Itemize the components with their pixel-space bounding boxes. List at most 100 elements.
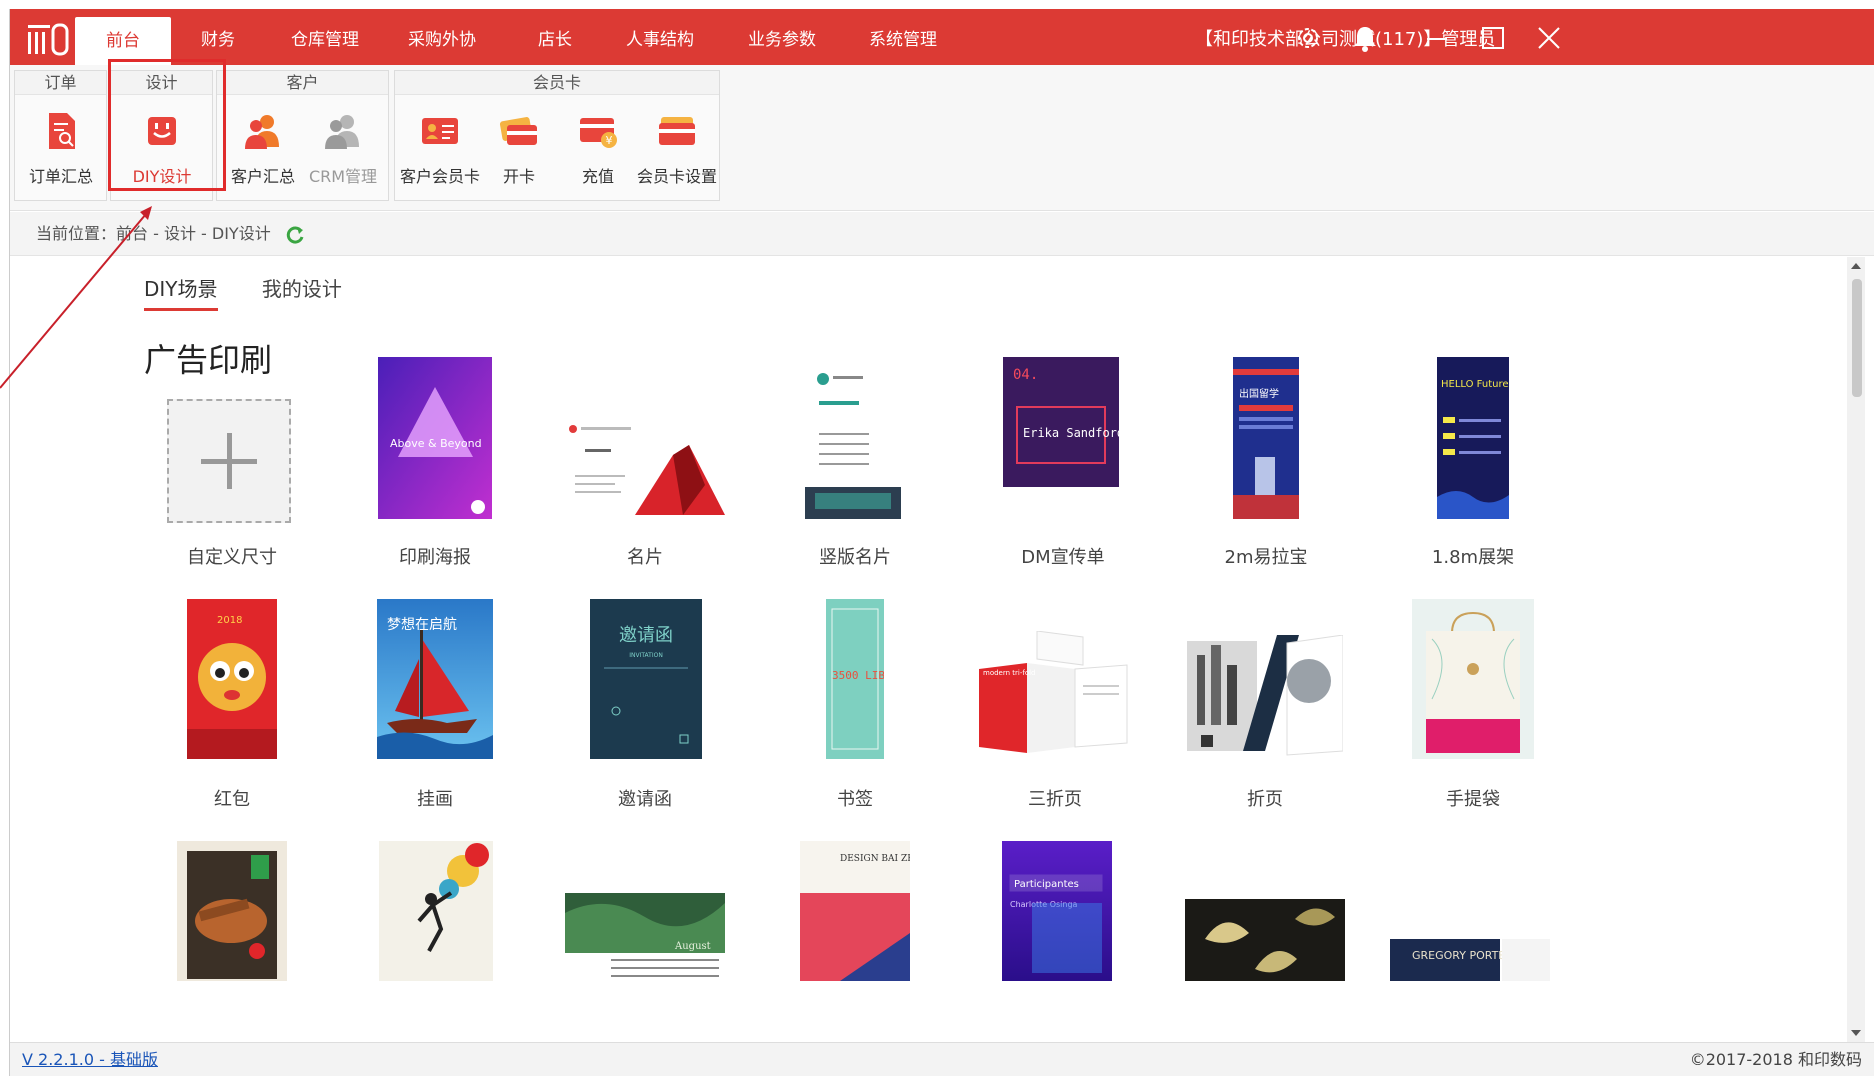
refresh-icon[interactable] (284, 224, 306, 246)
conference-title: Participantes (1014, 879, 1079, 890)
folder-thumbnail (1187, 635, 1343, 756)
red-packet-year: 2018 (217, 615, 242, 626)
template-label: 1.8m展架 (1431, 547, 1515, 568)
nav-tab-frontdesk[interactable]: 前台 (75, 17, 171, 65)
ribbon-group-title: 客户 (217, 71, 388, 95)
bookmark-thumbnail: 3500 LIBROS (826, 599, 884, 759)
content-tabs: DIY场景 我的设计 (144, 273, 380, 311)
breadcrumb: 当前位置：前台 - 设计 - DIY设计 (10, 212, 1874, 256)
template-card-vertical-card[interactable]: 竖版名片 (780, 357, 930, 577)
poster-text: Above & Beyond (390, 437, 482, 450)
template-card-illustration[interactable] (360, 841, 510, 981)
template-label: 印刷海报 (399, 547, 471, 568)
maximize-icon[interactable] (1478, 23, 1508, 53)
template-card-rollup-banner[interactable]: 出国留学 2m易拉宝 (1191, 357, 1341, 577)
template-label: 竖版名片 (819, 547, 891, 568)
handbag-thumbnail (1412, 599, 1534, 759)
tab-diy-scenes[interactable]: DIY场景 (144, 273, 218, 311)
annotation-highlight-box (108, 59, 226, 191)
nav-tab-procurement[interactable]: 采购外协 (392, 9, 492, 65)
template-card-display-stand[interactable]: HELLO Future来了 1.8m展架 (1398, 357, 1548, 577)
template-card-business-card[interactable]: 名片 (565, 357, 725, 577)
nav-tab-finance[interactable]: 财务 (178, 9, 258, 65)
bookmark-text: 3500 LIBROS (832, 669, 884, 682)
template-card-ticket[interactable]: GREGORY PORTER (1385, 841, 1555, 981)
trifold-text: modern tri-fold (983, 669, 1036, 677)
template-card-menu[interactable] (157, 841, 307, 981)
plant-card-thumbnail (1185, 899, 1345, 981)
template-label: 邀请函 (618, 789, 672, 810)
ribbon-group-membercard: 会员卡 客户会员卡 开卡 ¥ 充值 会员卡设置 (394, 70, 720, 201)
order-summary-icon (49, 113, 75, 149)
scroll-down-arrow-icon[interactable] (1851, 1030, 1861, 1036)
copyright-text: ©2017-2018 和印数码 (1689, 1050, 1862, 1069)
invitation-title: 邀请函 (619, 625, 673, 646)
hanging-painting-thumbnail: 梦想在启航 (377, 599, 493, 759)
template-card-bookmark[interactable]: 3500 LIBROS 书签 (780, 599, 930, 819)
template-label: 自定义尺寸 (187, 547, 277, 568)
order-summary-button[interactable]: 订单汇总 (19, 103, 103, 195)
open-card-button[interactable]: 开卡 (477, 103, 561, 195)
member-card-button[interactable]: 客户会员卡 (398, 103, 482, 195)
ribbon-item-label: 开卡 (502, 167, 535, 186)
menu-thumbnail (177, 841, 287, 981)
template-label: 红包 (214, 789, 250, 810)
template-card-invitation[interactable]: 邀请函 INVITATION 邀请函 (570, 599, 720, 819)
gear-icon[interactable] (1293, 23, 1323, 53)
rollup-text: 出国留学 (1239, 387, 1279, 400)
template-card-plant-card[interactable] (1180, 841, 1350, 981)
card-settings-button[interactable]: 会员卡设置 (635, 103, 719, 195)
template-card-calendar[interactable]: August (560, 841, 730, 981)
dm-flyer-thumbnail: 04. Erika Sandford (1003, 357, 1119, 519)
svg-text:¥: ¥ (606, 134, 613, 147)
template-card-hanging-painting[interactable]: 梦想在启航 挂画 (360, 599, 510, 819)
plus-icon (167, 399, 291, 523)
dm-date-text: 04. (1013, 367, 1038, 383)
nav-tab-manager[interactable]: 店长 (515, 9, 595, 65)
display-stand-thumbnail: HELLO Future来了 (1437, 357, 1509, 519)
version-link[interactable]: V 2.2.1.0 - 基础版 (22, 1043, 158, 1076)
customer-summary-button[interactable]: 客户汇总 (221, 103, 305, 195)
crm-button[interactable]: CRM管理 (301, 103, 385, 195)
dm-name-text: Erika Sandford (1023, 426, 1119, 440)
card-settings-icon (659, 117, 695, 145)
vertical-card-thumbnail (805, 357, 901, 519)
template-card-conference[interactable]: Participantes Charlotte Osinga (988, 841, 1138, 981)
close-icon[interactable] (1534, 23, 1564, 53)
template-card-poster[interactable]: Above & Beyond 印刷海报 (360, 357, 510, 577)
scroll-up-arrow-icon[interactable] (1851, 263, 1861, 269)
template-card-handbag[interactable]: 手提袋 (1398, 599, 1548, 819)
template-card-red-packet[interactable]: 2018 红包 (157, 599, 307, 819)
template-card-trifold[interactable]: modern tri-fold 三折页 (975, 599, 1135, 819)
bell-icon[interactable] (1350, 23, 1380, 53)
recharge-button[interactable]: ¥ 充值 (556, 103, 640, 195)
design-cover-text: DESIGN BAI ZHONG (840, 854, 910, 864)
template-label: 挂画 (417, 789, 453, 810)
template-label: 折页 (1247, 789, 1283, 810)
template-card-custom-size[interactable]: 自定义尺寸 (157, 357, 307, 577)
vertical-scrollbar[interactable] (1847, 257, 1865, 1042)
recharge-icon: ¥ (580, 118, 617, 148)
template-card-folder[interactable]: 折页 (1185, 599, 1345, 819)
ribbon-item-label: 客户汇总 (230, 167, 295, 186)
tab-my-designs[interactable]: 我的设计 (262, 273, 342, 308)
ribbon-item-label: 客户会员卡 (399, 167, 480, 186)
calendar-thumbnail: August (565, 893, 725, 981)
nav-tab-business-params[interactable]: 业务参数 (732, 9, 832, 65)
member-card-icon (422, 118, 458, 144)
nav-tab-hr[interactable]: 人事结构 (610, 9, 710, 65)
template-label: 2m易拉宝 (1224, 547, 1308, 568)
minimize-icon[interactable] (1422, 23, 1452, 53)
ticket-text: GREGORY PORTER (1412, 949, 1513, 962)
nav-tab-system[interactable]: 系统管理 (853, 9, 953, 65)
nav-tab-warehouse[interactable]: 仓库管理 (275, 9, 375, 65)
customer-summary-icon (245, 115, 279, 149)
ribbon-item-label: 会员卡设置 (636, 167, 717, 186)
crm-icon (325, 115, 359, 149)
template-card-design-cover[interactable]: DESIGN BAI ZHONG (780, 841, 930, 981)
scrollbar-thumb[interactable] (1852, 279, 1862, 397)
conference-thumbnail: Participantes Charlotte Osinga (1002, 841, 1112, 981)
display-text: HELLO Future来了 (1441, 378, 1509, 390)
design-cover-thumbnail: DESIGN BAI ZHONG (800, 841, 910, 981)
template-card-dm-flyer[interactable]: 04. Erika Sandford DM宣传单 (988, 357, 1138, 577)
